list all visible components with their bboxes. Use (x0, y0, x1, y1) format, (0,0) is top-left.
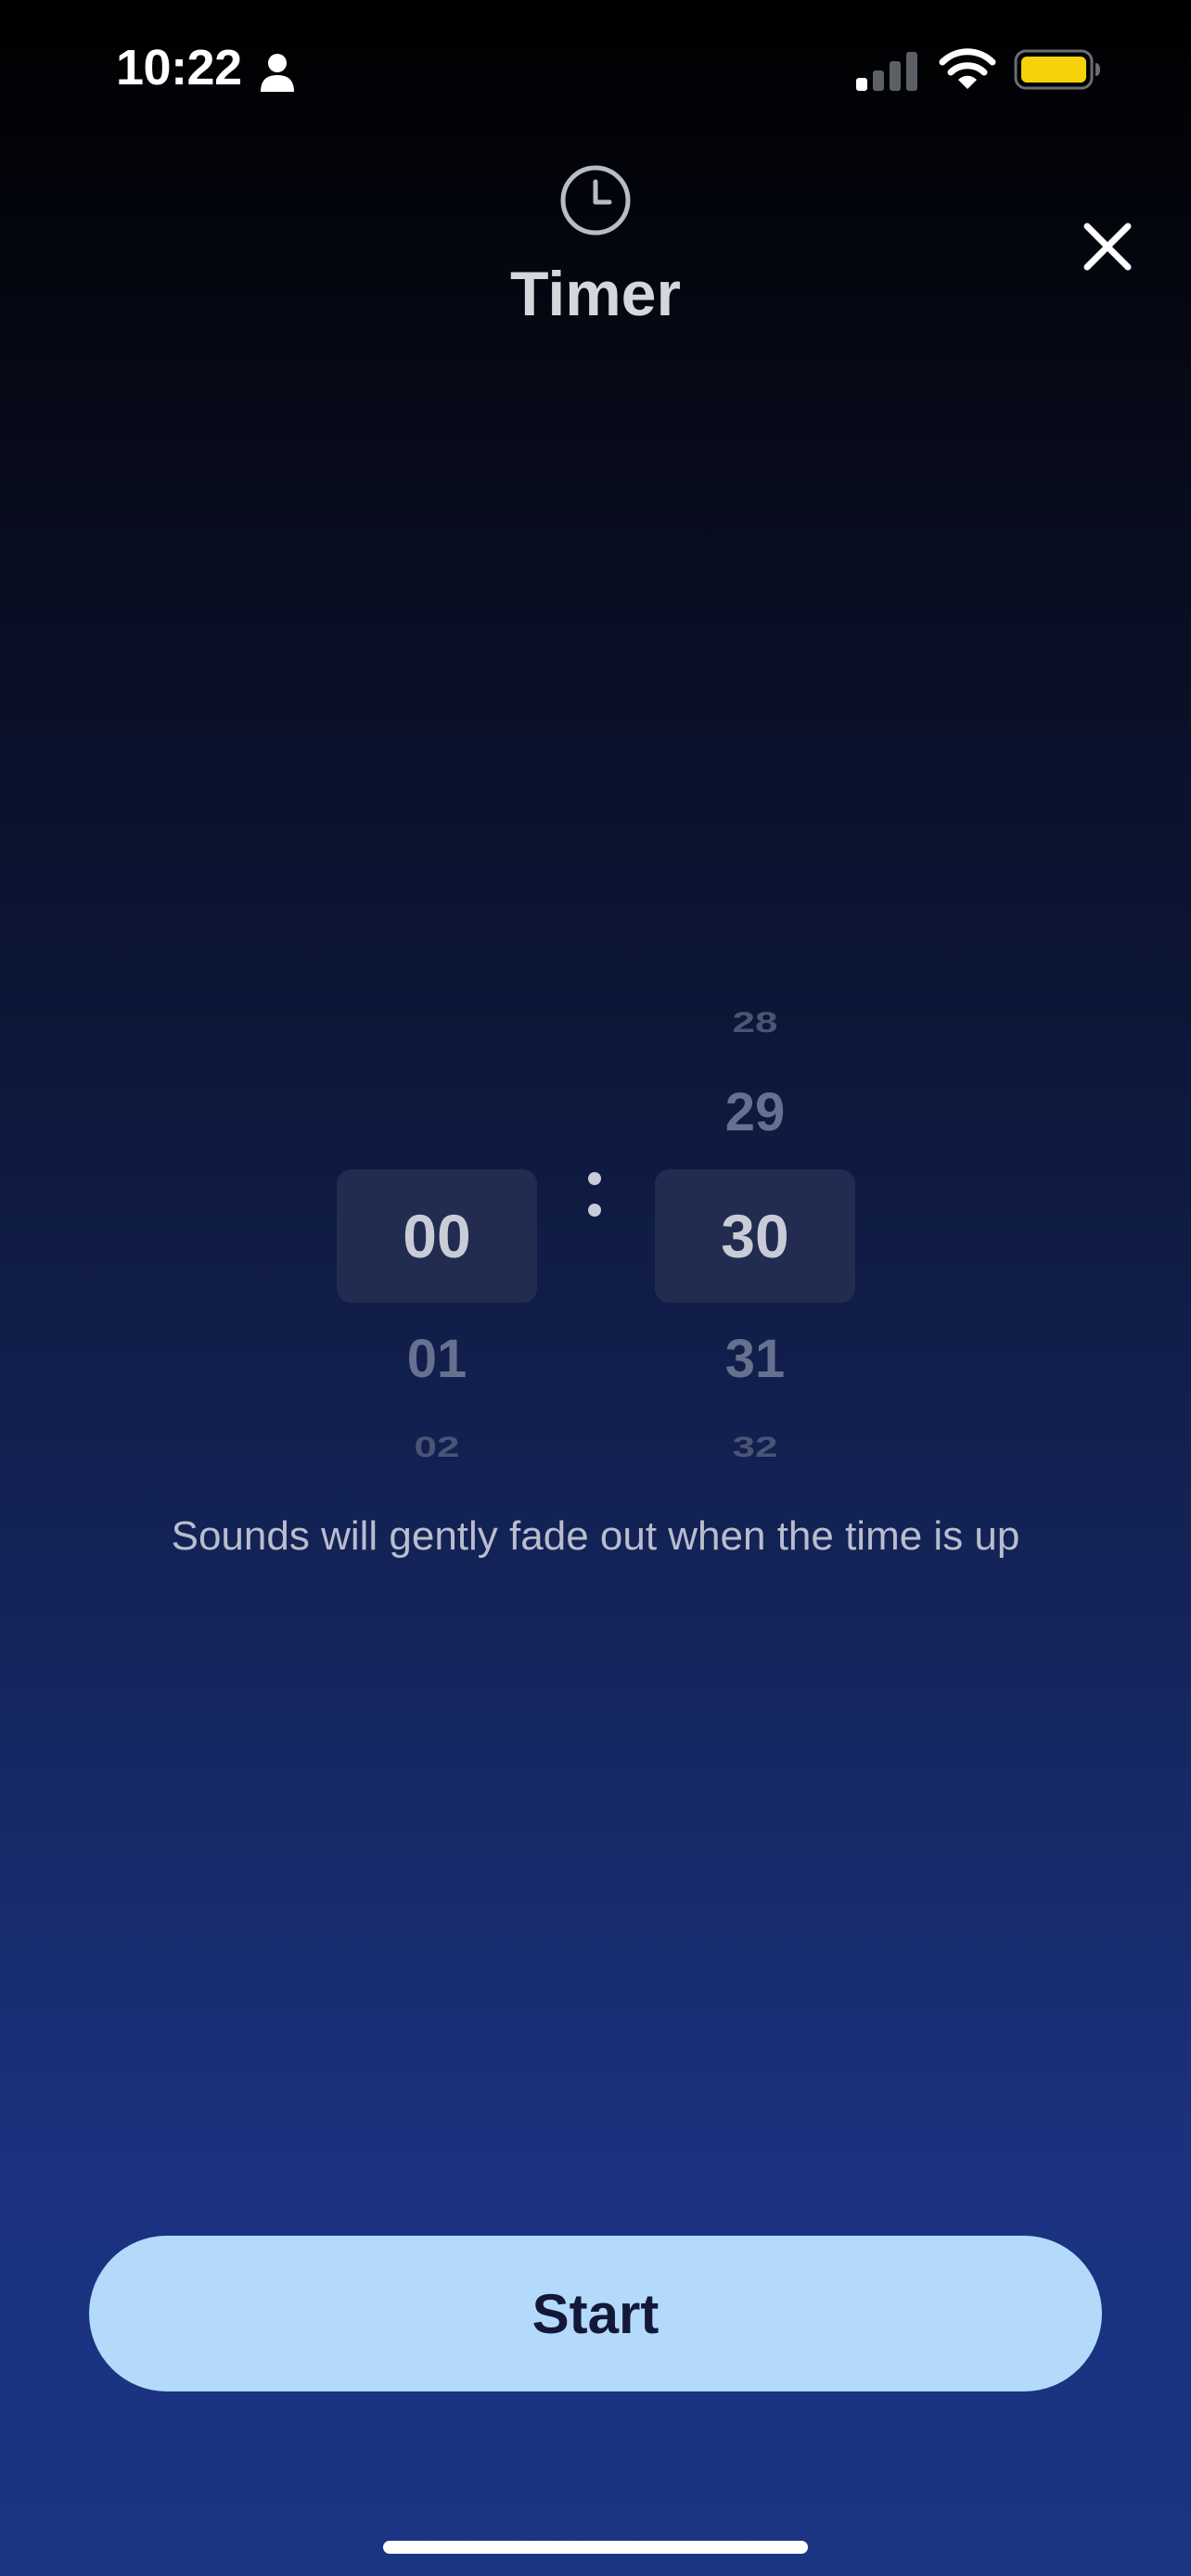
hours-selected-value[interactable]: 00 (337, 1169, 537, 1303)
time-separator (586, 1170, 605, 1226)
home-indicator[interactable] (383, 2541, 808, 2554)
close-icon[interactable] (1078, 217, 1137, 276)
start-button-label: Start (531, 2282, 660, 2345)
minutes-option[interactable]: 31 (655, 1328, 855, 1390)
hours-option[interactable]: 01 (337, 1328, 537, 1390)
battery-icon (1014, 49, 1100, 90)
page-title: Timer (510, 259, 681, 329)
clock-icon (560, 165, 631, 236)
cellular-signal-icon (856, 52, 917, 91)
minutes-option[interactable]: 32 (655, 1431, 855, 1464)
minutes-option[interactable]: 29 (655, 1081, 855, 1143)
minutes-selected-value[interactable]: 30 (655, 1169, 855, 1303)
status-time: 10:22 (116, 40, 242, 96)
fade-out-hint: Sounds will gently fade out when the tim… (171, 1513, 1020, 1559)
hours-option[interactable]: 02 (337, 1431, 537, 1464)
wifi-icon (939, 48, 996, 89)
status-bar: 10:22 (0, 0, 1191, 139)
person-icon (261, 54, 294, 92)
start-button[interactable]: Start (89, 2236, 1102, 2391)
minutes-option[interactable]: 28 (655, 1006, 855, 1039)
